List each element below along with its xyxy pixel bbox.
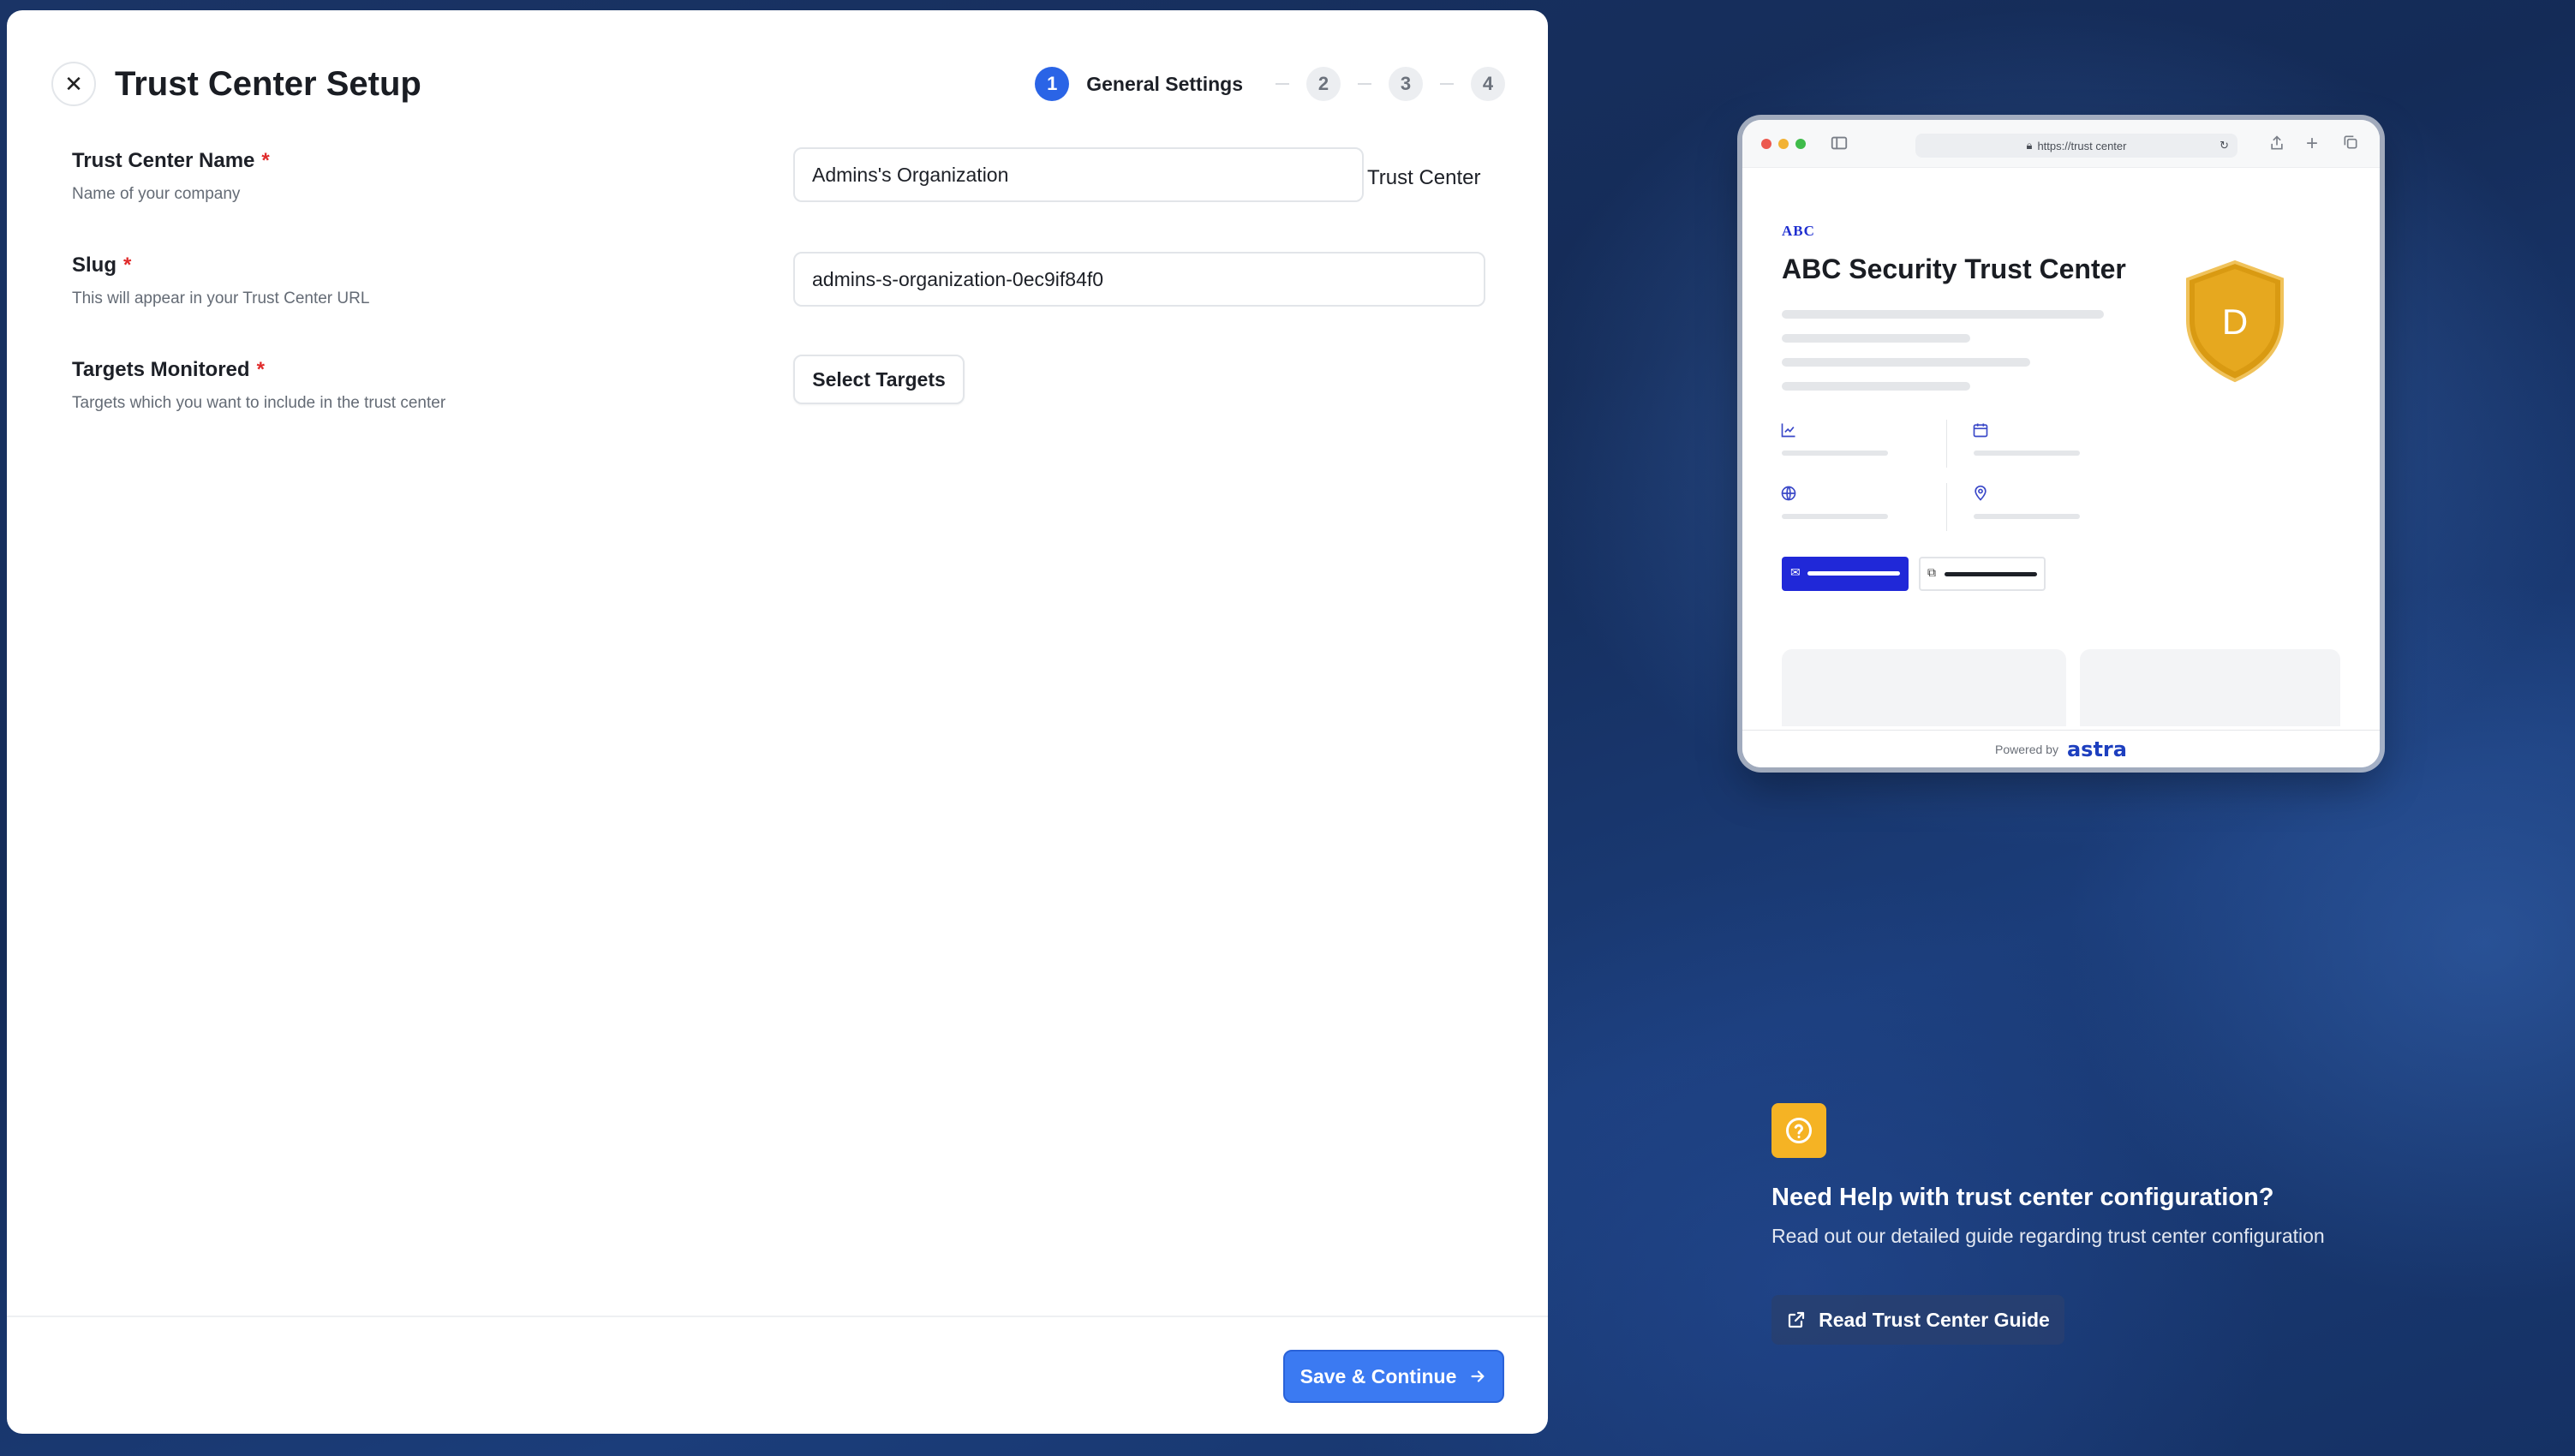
- step-divider: [1276, 83, 1289, 85]
- skeleton-line: [1782, 382, 1970, 391]
- abc-logo: ABC: [1782, 223, 1815, 239]
- read-guide-label: Read Trust Center Guide: [1819, 1308, 2050, 1331]
- trust-center-preview: 🔒︎ https://trust center ↻ + ABC ABC Secu…: [1742, 120, 2380, 767]
- required-mark: *: [256, 358, 265, 381]
- save-label: Save & Continue: [1299, 1364, 1457, 1387]
- save-continue-button[interactable]: Save & Continue: [1283, 1350, 1504, 1403]
- skeleton-line: [1782, 514, 1888, 519]
- page-title: Trust Center Setup: [115, 65, 421, 103]
- calendar-icon: [1973, 423, 1988, 438]
- footer-divider: [7, 1316, 1548, 1317]
- powered-by-text: Powered by: [1995, 742, 2058, 756]
- arrow-right-icon: [1471, 1370, 1485, 1382]
- external-link-icon: [1789, 1311, 1805, 1328]
- shield-letter: D: [2222, 301, 2248, 342]
- step-4[interactable]: 4: [1471, 67, 1505, 101]
- select-targets-button[interactable]: Select Targets: [793, 355, 965, 404]
- skeleton-line: [1782, 310, 2104, 319]
- lock-icon: 🔒︎: [2026, 139, 2033, 152]
- skeleton-line: [1974, 451, 2080, 456]
- external-link-icon: ⧉: [1927, 565, 1936, 579]
- targets-field-label: Targets Monitored *: [72, 358, 265, 382]
- trust-center-name-input[interactable]: [793, 147, 1364, 202]
- help-icon-tile: [1771, 1103, 1826, 1158]
- close-button[interactable]: ✕: [51, 62, 96, 106]
- close-icon: ✕: [64, 70, 83, 97]
- window-close-dot: [1761, 139, 1771, 149]
- slug-label-text: Slug: [72, 254, 117, 277]
- slug-field-label: Slug *: [72, 254, 131, 277]
- name-field-label: Trust Center Name *: [72, 149, 270, 173]
- skeleton-line: [1782, 358, 2030, 367]
- skeleton-line: [1782, 334, 1970, 343]
- sidebar-icon: [1831, 136, 1848, 150]
- chart-icon: [1781, 423, 1795, 438]
- divider: [1946, 483, 1947, 531]
- skeleton-line: [1782, 451, 1888, 456]
- mail-icon: ✉: [1790, 565, 1801, 579]
- help-title: Need Help with trust center configuratio…: [1771, 1184, 2274, 1211]
- skeleton-line: [1945, 572, 2037, 576]
- targets-label-text: Targets Monitored: [72, 358, 250, 381]
- window-minimize-dot: [1778, 139, 1789, 149]
- step-1[interactable]: 1: [1035, 67, 1070, 101]
- required-mark: *: [123, 254, 132, 277]
- preview-link-button: ⧉: [1919, 557, 2046, 591]
- required-mark: *: [261, 149, 270, 172]
- preview-contact-button: ✉: [1782, 557, 1909, 591]
- slug-input[interactable]: [793, 252, 1485, 307]
- divider: [1946, 420, 1947, 468]
- reload-icon: ↻: [2220, 139, 2229, 152]
- globe-icon: [1781, 486, 1796, 501]
- window-zoom-dot: [1795, 139, 1806, 149]
- name-suffix: Trust Center: [1367, 166, 1481, 189]
- name-label-text: Trust Center Name: [72, 149, 255, 172]
- name-field-help: Name of your company: [72, 185, 241, 203]
- url-text: https://trust center: [2037, 139, 2127, 152]
- step-2[interactable]: 2: [1306, 67, 1341, 101]
- stepper: 1 General Settings 2 3 4: [1035, 67, 1505, 101]
- preview-title: ABC Security Trust Center: [1782, 254, 2126, 284]
- read-guide-button[interactable]: Read Trust Center Guide: [1771, 1295, 2064, 1345]
- plus-icon: +: [2306, 132, 2319, 155]
- step-divider: [1358, 83, 1371, 85]
- step-3[interactable]: 3: [1389, 67, 1423, 101]
- slug-field-help: This will appear in your Trust Center UR…: [72, 289, 370, 307]
- tabs-icon: [2344, 135, 2357, 149]
- powered-by-footer: Powered by astra: [1742, 730, 2380, 767]
- skeleton-line: [1807, 571, 1900, 576]
- skeleton-card: [2080, 649, 2340, 726]
- browser-toolbar: 🔒︎ https://trust center ↻ +: [1742, 120, 2380, 168]
- astra-logo: astra: [2066, 737, 2127, 761]
- skeleton-card: [1782, 649, 2066, 726]
- setup-modal: ✕ Trust Center Setup 1 General Settings …: [7, 10, 1548, 1434]
- shield-grade-icon: D: [2186, 260, 2284, 383]
- step-divider: [1440, 83, 1454, 85]
- location-pin-icon: [1975, 485, 1987, 501]
- share-icon: [2271, 135, 2283, 150]
- question-circle-icon: [1786, 1118, 1812, 1143]
- help-description: Read out our detailed guide regarding tr…: [1771, 1225, 2325, 1247]
- targets-field-help: Targets which you want to include in the…: [72, 394, 446, 412]
- step-1-label: General Settings: [1086, 72, 1243, 95]
- url-bar: 🔒︎ https://trust center ↻: [1915, 134, 2237, 158]
- skeleton-line: [1974, 514, 2080, 519]
